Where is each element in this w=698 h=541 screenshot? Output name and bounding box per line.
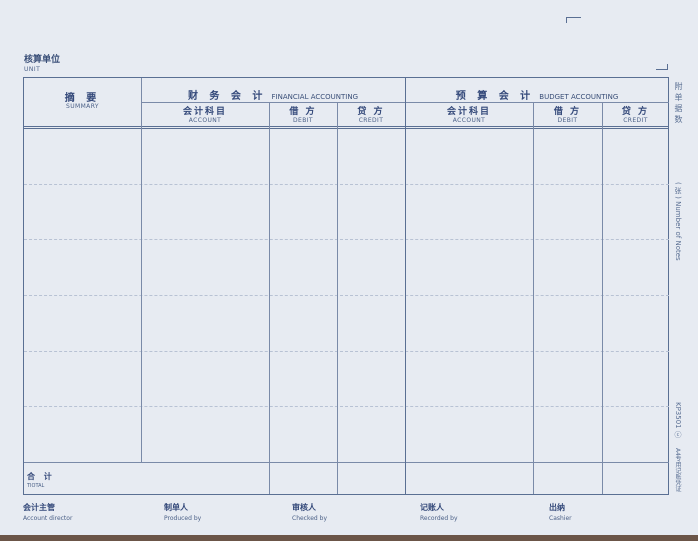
col-divider <box>533 103 534 494</box>
signature-account-director: 会计主管 Account director <box>23 503 73 522</box>
total-row: 合 计 TIOTAL <box>27 472 55 489</box>
side-notes-label: ( 张 ) Number of Notes <box>674 182 682 261</box>
row-divider <box>24 239 669 240</box>
side-code-label: KP3501 ⓒ <box>674 402 682 438</box>
unit-label: 核算单位 <box>24 55 61 65</box>
col-divider-section <box>405 78 406 494</box>
col-divider <box>602 103 603 494</box>
budget-accounting-header: 预 算 会 计 BUDGET ACCOUNTING <box>455 91 619 102</box>
signature-cashier: 出纳 Cashier <box>549 503 572 522</box>
voucher-table: 摘 要 SUMMARY 财 务 会 计 FINANCIAL ACCOUNTING… <box>23 77 669 495</box>
financial-credit-col: 贷 方 CREDIT <box>357 107 385 124</box>
side-attachments-label: 附单据数 <box>674 82 683 126</box>
row-divider <box>24 351 669 352</box>
budget-credit-col: 贷 方 CREDIT <box>621 107 650 124</box>
budget-account-col: 会计科目 ACCOUNT <box>446 107 491 124</box>
financial-debit-col: 借 方 DEBIT <box>289 107 317 124</box>
crop-mark-right <box>656 64 668 70</box>
row-divider <box>24 295 669 296</box>
row-divider <box>24 406 669 407</box>
col-divider-summary <box>141 78 142 463</box>
unit-label-en: UNIT <box>24 66 41 73</box>
crop-mark-top <box>566 17 581 23</box>
summary-header: 摘 要 SUMMARY <box>64 93 101 110</box>
budget-debit-col: 借 方 DEBIT <box>553 107 582 124</box>
header-bottom-rule <box>24 126 669 129</box>
financial-account-col: 会计科目 ACCOUNT <box>182 107 227 124</box>
signature-produced-by: 制单人 Produced by <box>164 503 202 522</box>
signature-checked-by: 审核人 Checked by <box>292 503 328 522</box>
row-divider <box>24 184 669 185</box>
col-divider <box>337 103 338 494</box>
financial-accounting-header: 财 务 会 计 FINANCIAL ACCOUNTING <box>187 91 359 102</box>
side-maker-label: A4专用记账凭证 <box>674 448 681 492</box>
bottom-edge <box>0 535 698 541</box>
col-divider <box>269 103 270 494</box>
signature-recorded-by: 记账人 Recorded by <box>420 503 458 522</box>
